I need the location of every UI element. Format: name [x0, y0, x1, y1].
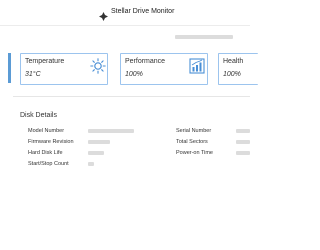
- performance-value: 100%: [125, 71, 143, 78]
- temperature-card[interactable]: Temperature 31°C: [20, 53, 108, 85]
- power-on-time-label: Power-on Time: [176, 150, 213, 156]
- active-section-indicator: [8, 53, 11, 83]
- stellar-logo-icon: [99, 8, 108, 21]
- health-label: Health: [223, 58, 244, 65]
- start-stop-count-label: Start/Stop Count: [28, 161, 69, 167]
- total-sectors-label: Total Sectors: [176, 139, 208, 145]
- health-value: 100%: [223, 71, 241, 78]
- serial-number-value: [236, 129, 250, 133]
- temperature-value: 31°C: [25, 71, 41, 78]
- total-sectors-value: [236, 140, 250, 144]
- title-bar: Stellar Drive Monitor: [0, 0, 250, 26]
- performance-card[interactable]: Performance 100%: [120, 53, 208, 85]
- start-stop-count-value: [88, 162, 94, 166]
- redacted-header-text: [175, 35, 233, 39]
- sun-icon: [90, 58, 106, 79]
- hard-disk-life-label: Hard Disk Life: [28, 150, 63, 156]
- power-on-time-value: [236, 151, 250, 155]
- hard-disk-life-value: [88, 151, 104, 155]
- firmware-revision-value: [88, 140, 110, 144]
- performance-chart-icon: [189, 58, 205, 79]
- temperature-label: Temperature: [25, 58, 65, 65]
- model-number-label: Model Number: [28, 128, 65, 134]
- serial-number-label: Serial Number: [176, 128, 212, 134]
- performance-label: Performance: [125, 58, 166, 65]
- section-divider: [13, 96, 250, 97]
- health-card[interactable]: Health 100%: [218, 53, 258, 85]
- disk-details-title: Disk Details: [20, 112, 57, 119]
- window-title: Stellar Drive Monitor: [111, 8, 175, 15]
- firmware-revision-label: Firmware Revision: [28, 139, 74, 145]
- model-number-value: [88, 129, 134, 133]
- main-content: Temperature 31°C Performance 100% Health…: [0, 26, 258, 250]
